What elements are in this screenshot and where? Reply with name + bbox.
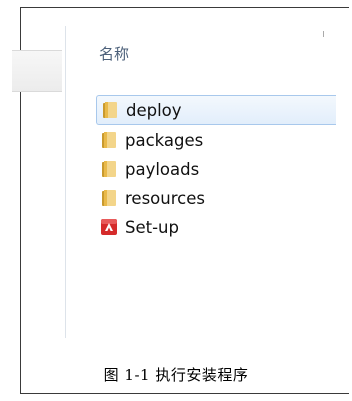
column-resize-handle[interactable] <box>323 31 324 37</box>
file-name: resources <box>125 189 205 208</box>
file-name: Set-up <box>125 218 179 237</box>
folder-icon <box>100 131 118 149</box>
pane-divider[interactable] <box>65 26 66 338</box>
file-name: deploy <box>126 100 182 120</box>
folder-icon <box>100 189 118 207</box>
adobe-setup-icon <box>100 218 118 236</box>
folder-icon <box>101 101 119 119</box>
file-name: payloads <box>125 160 200 179</box>
file-item-packages[interactable]: packages <box>96 125 336 154</box>
file-item-set-up[interactable]: Set-up <box>96 212 336 241</box>
file-list: deploy packages payloads resources Set-u… <box>96 95 336 241</box>
navigation-pane[interactable] <box>12 50 62 92</box>
file-item-resources[interactable]: resources <box>96 183 336 212</box>
file-item-deploy[interactable]: deploy <box>96 95 336 125</box>
folder-icon <box>100 160 118 178</box>
figure-caption: 图 1-1 执行安装程序 <box>103 366 249 384</box>
file-item-payloads[interactable]: payloads <box>96 154 336 183</box>
column-header-name[interactable]: 名称 <box>99 43 129 64</box>
file-name: packages <box>125 131 204 150</box>
